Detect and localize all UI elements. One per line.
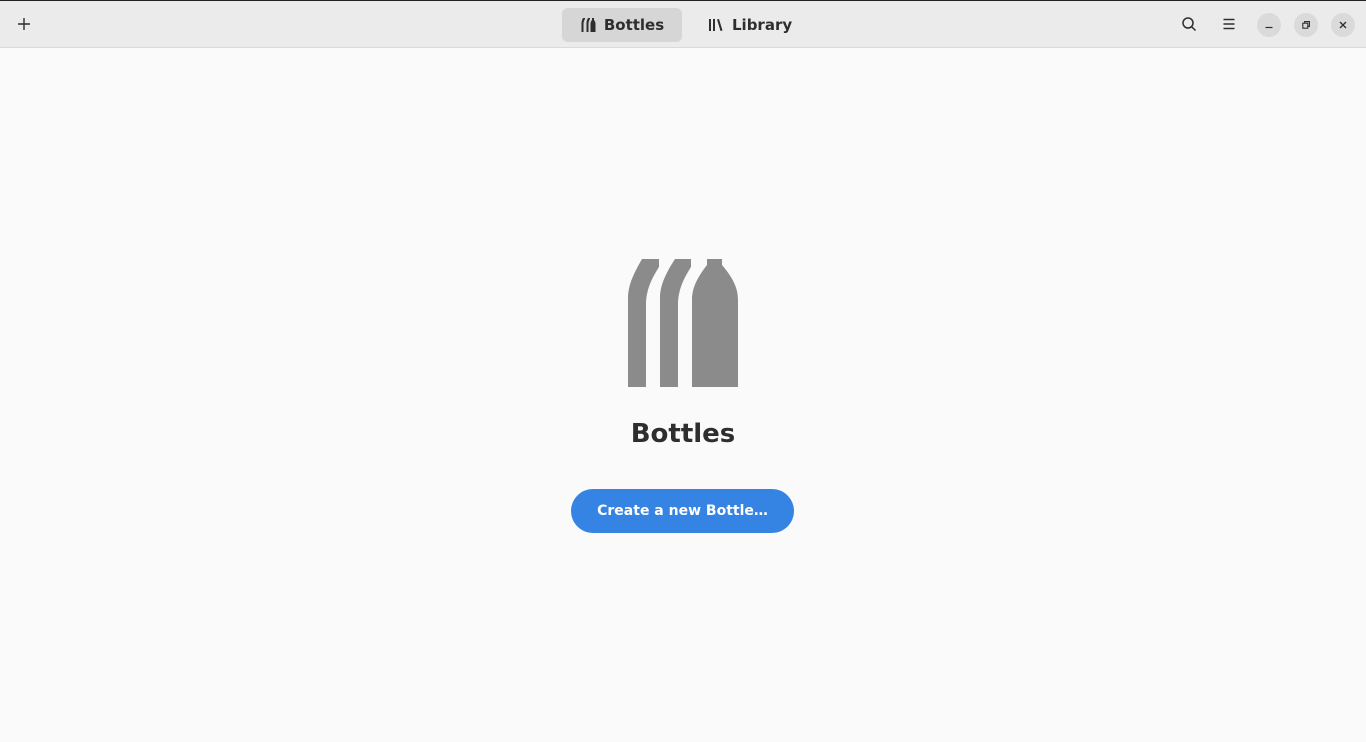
search-button[interactable] [1173, 8, 1205, 40]
tab-label: Bottles [603, 16, 665, 34]
view-switcher: Bottles Library [562, 8, 812, 42]
search-icon [1182, 17, 1197, 32]
add-bottle-button[interactable] [8, 8, 40, 40]
close-icon [1339, 21, 1347, 29]
minimize-icon [1265, 26, 1273, 29]
tab-library[interactable]: Library [686, 8, 812, 42]
maximize-button[interactable] [1294, 13, 1318, 37]
status-title: Bottles [630, 419, 736, 449]
tab-bottles[interactable]: Bottles [562, 8, 682, 42]
create-new-bottle-button[interactable]: Create a new Bottle… [571, 489, 794, 533]
tab-label: Library [732, 16, 793, 34]
plus-icon [18, 18, 30, 30]
header-bar: Bottles Library [0, 1, 1366, 48]
main-menu-button[interactable] [1213, 8, 1245, 40]
bottles-icon [581, 18, 596, 32]
empty-status-page: Bottles Create a new Bottle… [0, 49, 1366, 742]
close-button[interactable] [1331, 13, 1355, 37]
restore-icon [1302, 21, 1310, 29]
library-icon [709, 19, 723, 31]
bottles-logo-icon [628, 259, 738, 387]
minimize-button[interactable] [1257, 13, 1281, 37]
hamburger-menu-icon [1223, 18, 1235, 30]
app-window: Bottles Library Bottles Create a new Bot… [0, 0, 1366, 742]
